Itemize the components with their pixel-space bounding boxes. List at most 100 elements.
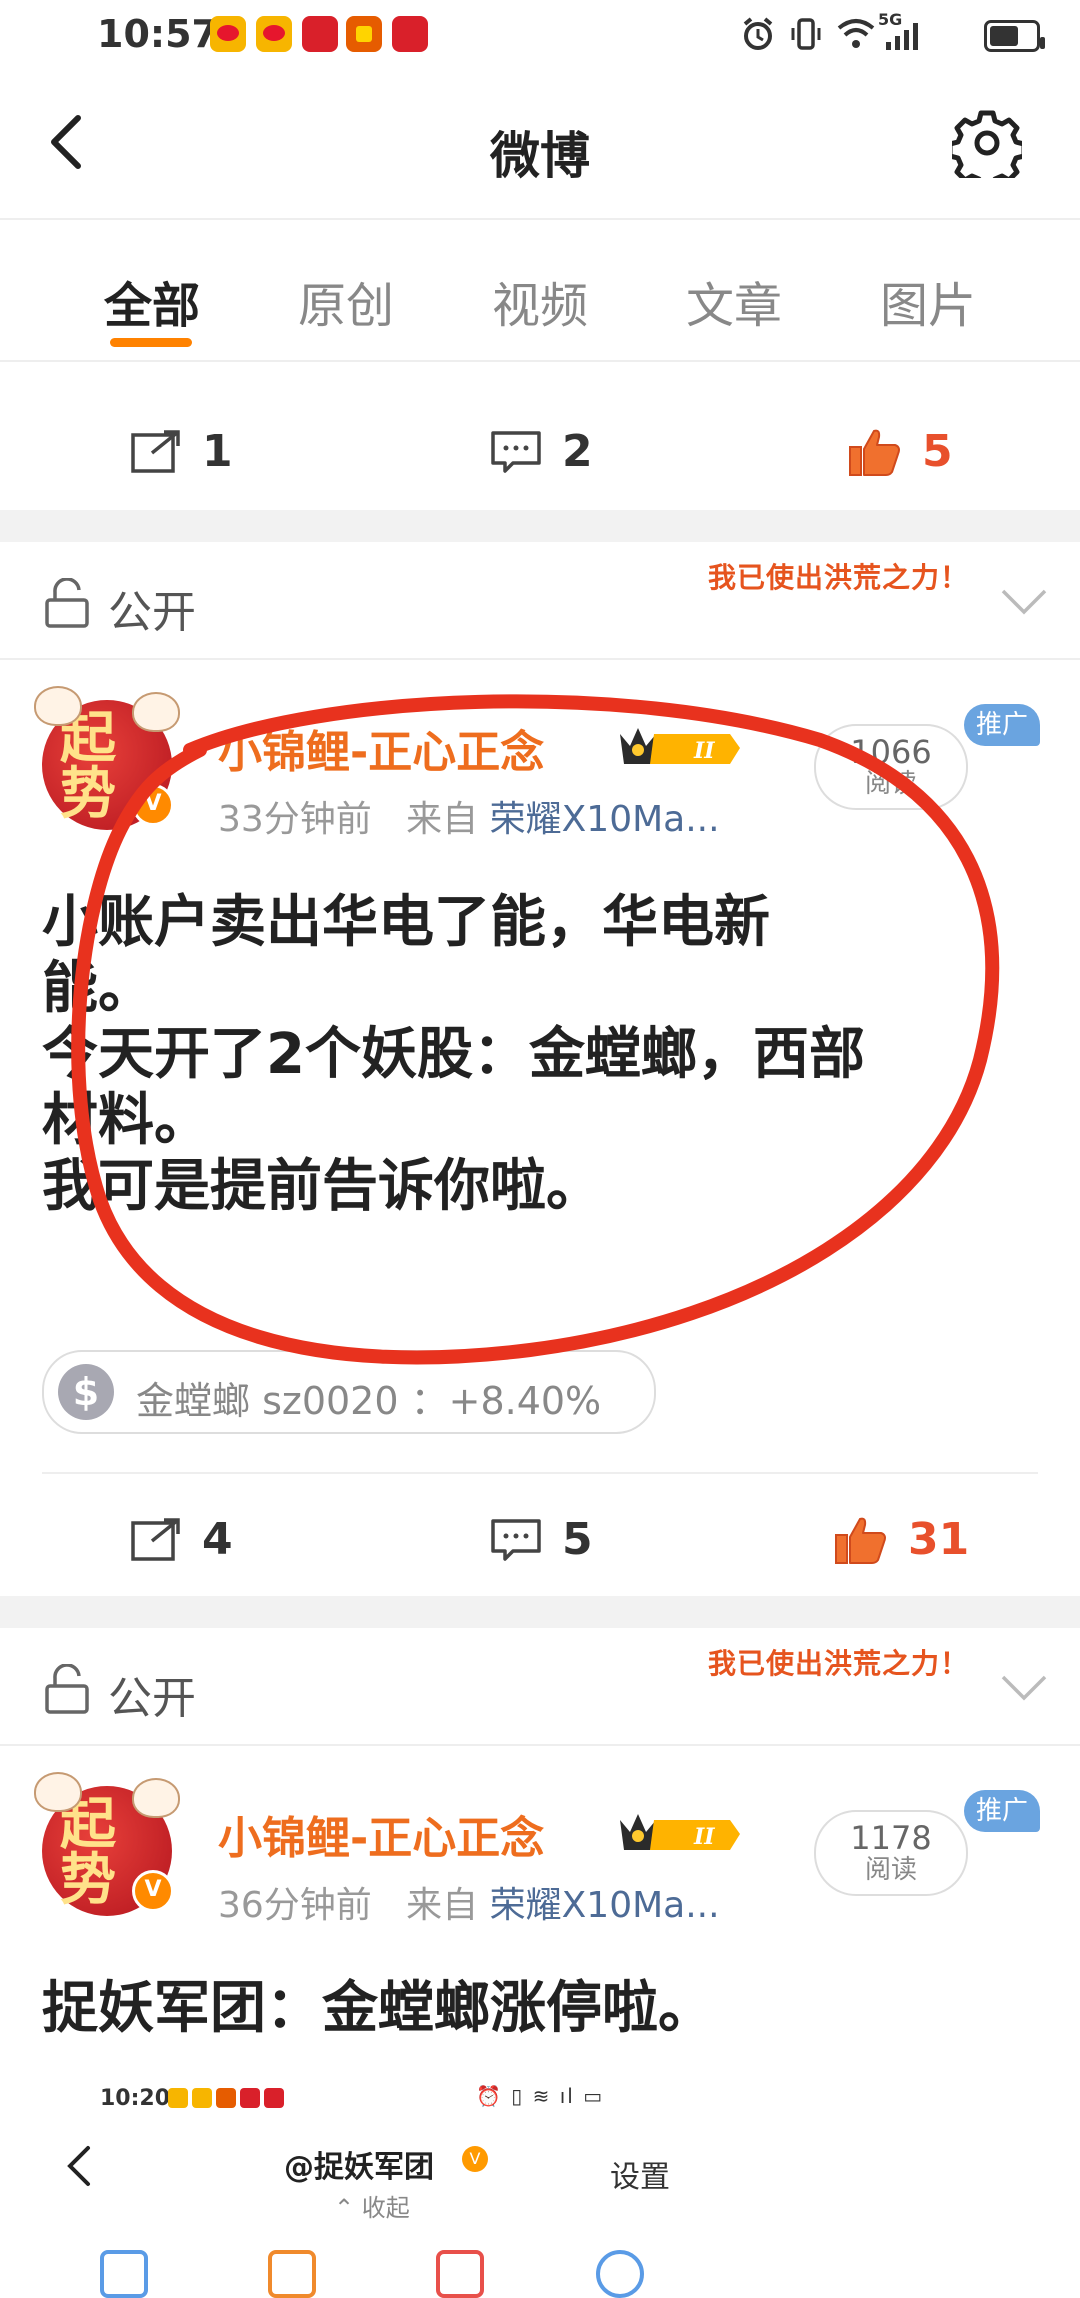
post-line: 小账户卖出华电了能，华电新: [42, 890, 770, 955]
inset-settings-button[interactable]: 设置: [610, 2152, 670, 2196]
repost-button[interactable]: 1: [130, 426, 233, 477]
like-icon: [835, 1517, 886, 1564]
like-count: 31: [908, 1514, 970, 1565]
read-count-box: 1066 阅读: [814, 724, 968, 810]
post-actions: 4 5 31: [0, 1480, 1080, 1600]
verified-icon: V: [132, 784, 174, 826]
lock-icon: [45, 1664, 89, 1714]
nav-header: 微博: [0, 72, 1080, 220]
visibility-row: 公开 我已使出洪荒之力！: [0, 542, 1080, 660]
post-body[interactable]: 捉妖军团：金螳螂涨停啦。: [42, 1976, 1052, 2042]
read-count: 1178: [850, 1819, 932, 1857]
comment-icon: [491, 430, 541, 473]
bag-icon[interactable]: [268, 2250, 316, 2298]
avatar[interactable]: 起势 V: [34, 1772, 180, 1916]
chevron-down-icon[interactable]: [1000, 588, 1048, 616]
dollar-icon: $: [58, 1364, 114, 1420]
stock-chip[interactable]: $ 金螳螂 sz0020 ：+8.40%: [42, 1350, 656, 1434]
weibo-icon: [192, 2088, 212, 2108]
post-source[interactable]: 荣耀X10Ma...: [490, 799, 720, 840]
inset-screenshot: 10:20 ⏰ ▯ ≋ ıl ▭ @捉妖军团 V ⌃ 收起 设置: [0, 2060, 1080, 2298]
tab-active-indicator: [110, 338, 192, 347]
comment-count: 2: [562, 426, 593, 477]
separator: [0, 510, 1080, 542]
promo-badge[interactable]: 推广: [964, 1790, 1040, 1832]
level-text: II: [693, 1824, 715, 1850]
post-time: 33分钟前: [218, 799, 372, 840]
comment-icon: [491, 1518, 541, 1561]
stock-text: 金螳螂 sz0020 ：+8.40%: [136, 1379, 602, 1423]
post-meta: 36分钟前 来自 荣耀X10Ma...: [218, 1876, 720, 1928]
inset-time: 10:20: [100, 2086, 171, 2111]
read-label: 阅读: [864, 1855, 917, 1885]
app-icon: [302, 16, 338, 52]
collapse-label: 收起: [361, 2194, 410, 2222]
tab-video[interactable]: 视频: [492, 266, 588, 336]
tab-article[interactable]: 文章: [686, 266, 782, 336]
inset-title: @捉妖军团: [284, 2150, 434, 2185]
tab-original[interactable]: 原创: [298, 266, 394, 336]
gear-icon[interactable]: [952, 108, 1022, 178]
app-icon: [216, 2088, 236, 2108]
level-text: II: [693, 738, 715, 764]
signal-icon: [886, 23, 918, 50]
separator: [0, 1596, 1080, 1628]
comment-button[interactable]: 5: [490, 1514, 593, 1565]
tab-images[interactable]: 图片: [880, 266, 976, 336]
chevron-down-icon[interactable]: [1000, 1674, 1048, 1702]
verified-icon: V: [462, 2146, 488, 2172]
comment-button[interactable]: 2: [490, 426, 593, 477]
username[interactable]: 小锦鲤-正心正念: [218, 1802, 544, 1866]
search-icon[interactable]: [596, 2250, 644, 2298]
from-label: 来自: [406, 1885, 479, 1926]
weibo-icon: [210, 16, 246, 52]
read-count: 1066: [850, 733, 932, 771]
doc-icon[interactable]: [100, 2250, 148, 2298]
decor-banner: 我已使出洪荒之力！: [708, 1647, 970, 1680]
cat-decoration: [132, 1778, 180, 1818]
weibo-icon: [168, 2088, 188, 2108]
inset-status-icons: [168, 2088, 288, 2112]
tab-all[interactable]: 全部: [104, 266, 200, 336]
cat-decoration: [34, 1772, 82, 1812]
verified-icon: V: [132, 1870, 174, 1912]
weibo-icon: [256, 16, 292, 52]
collapse-button[interactable]: ⌃ 收起: [334, 2188, 410, 2223]
avatar-text: 起势: [60, 1791, 116, 1913]
like-icon: [849, 429, 900, 476]
repost-button[interactable]: 4: [130, 1514, 233, 1565]
status-icons: 5G: [740, 10, 1045, 54]
repost-icon: [131, 1517, 180, 1561]
read-label: 阅读: [864, 769, 917, 799]
inset-status-right: ⏰ ▯ ≋ ıl ▭: [476, 2084, 605, 2108]
post-body[interactable]: 小账户卖出华电了能，华电新 能。 今天开了2个妖股：金螳螂，西部 材料。 我可是…: [42, 890, 1052, 1220]
avatar-text: 起势: [60, 705, 116, 827]
visibility-label: 公开: [108, 587, 196, 638]
read-count-box: 1178 阅读: [814, 1810, 968, 1896]
post-source[interactable]: 荣耀X10Ma...: [490, 1885, 720, 1926]
wifi-icon: [837, 19, 875, 48]
divider: [42, 1472, 1038, 1474]
back-arrow-icon[interactable]: [64, 2144, 94, 2188]
post-meta: 33分钟前 来自 荣耀X10Ma...: [218, 790, 720, 842]
repost-count: 1: [202, 426, 233, 477]
like-button[interactable]: 5: [848, 426, 953, 477]
cat-decoration: [132, 692, 180, 732]
cat-decoration: [34, 686, 82, 726]
tab-bar: 全部 原创 视频 文章 图片: [0, 220, 1080, 362]
red-packet-icon: [346, 16, 382, 52]
gift-icon[interactable]: [436, 2250, 484, 2298]
username[interactable]: 小锦鲤-正心正念: [218, 716, 544, 780]
repost-count: 4: [202, 1514, 233, 1565]
battery-icon: [984, 20, 1045, 52]
like-button[interactable]: 31: [834, 1514, 969, 1565]
decor-banner: 我已使出洪荒之力！: [708, 561, 970, 594]
vibrate-icon: [791, 18, 821, 50]
visibility-label: 公开: [108, 1673, 196, 1724]
crown-level-icon: II: [620, 1814, 740, 1850]
from-label: 来自: [406, 799, 479, 840]
promo-badge[interactable]: 推广: [964, 704, 1040, 746]
visibility-row: 公开 我已使出洪荒之力！: [0, 1628, 1080, 1746]
avatar[interactable]: 起势 V: [34, 686, 180, 830]
post-line: 今天开了2个妖股：金螳螂，西部: [42, 1022, 865, 1087]
